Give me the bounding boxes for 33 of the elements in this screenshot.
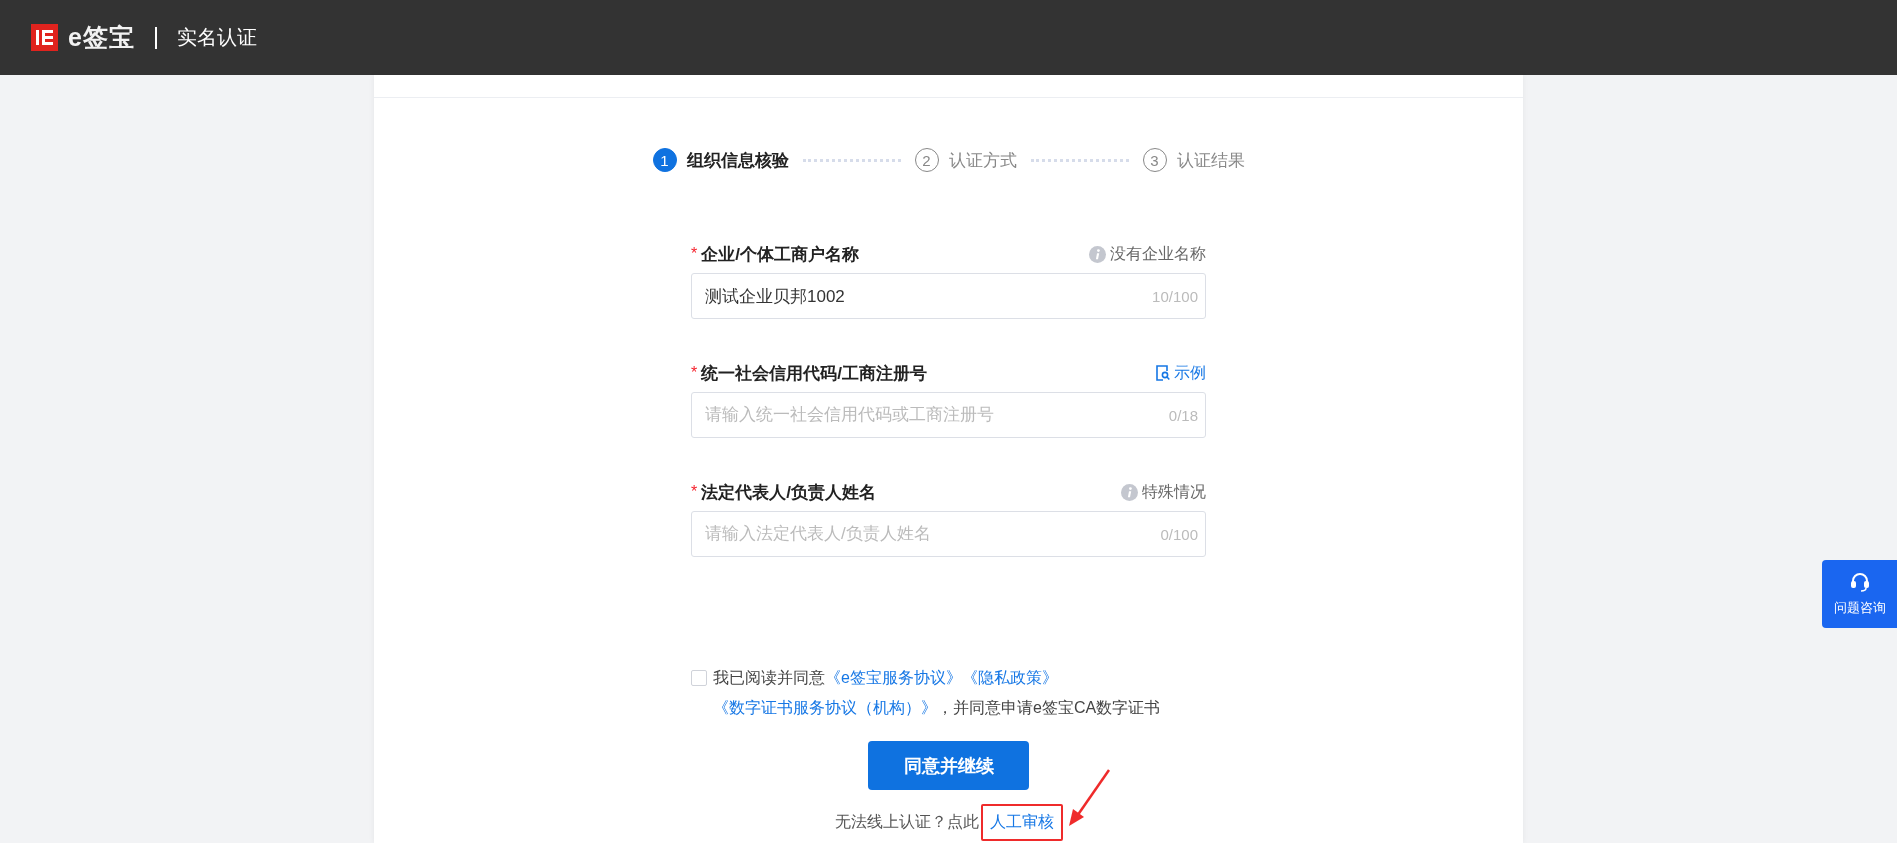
help-consult-button[interactable]: 问题咨询 (1822, 560, 1897, 628)
info-icon (1121, 483, 1138, 501)
character-counter: 10/100 (1152, 287, 1198, 305)
example-link[interactable]: 示例 (1174, 362, 1206, 384)
manual-review-link[interactable]: 人工审核 (989, 813, 1054, 830)
required-mark: * (691, 364, 698, 382)
page-title: 实名认证 (176, 25, 257, 50)
required-mark: * (691, 245, 698, 263)
required-mark: * (691, 483, 698, 501)
logo-icon (31, 24, 58, 51)
info-icon (1089, 245, 1106, 263)
hint-link[interactable]: 特殊情况 (1142, 481, 1206, 503)
step-number: 1 (652, 148, 677, 172)
character-counter: 0/18 (1168, 406, 1198, 424)
hint-link[interactable]: 没有企业名称 (1110, 243, 1206, 265)
step-label: 组织信息核验 (686, 149, 789, 172)
manual-review-prompt: 无法线上认证？点此 (834, 812, 979, 832)
agree-continue-button[interactable]: 同意并继续 (868, 741, 1029, 790)
agreement-link[interactable]: 《隐私政策》 (961, 669, 1058, 686)
logo-text: e签宝 (68, 22, 135, 53)
agreement-link[interactable]: 《数字证书服务协议（机构）》 (713, 699, 937, 716)
document-search-icon (1156, 365, 1170, 381)
field-label: 统一社会信用代码/工商注册号 (701, 362, 927, 385)
headset-icon (1848, 571, 1871, 593)
step-label: 认证结果 (1176, 149, 1245, 172)
agreement-checkbox[interactable] (691, 670, 707, 686)
agreement-link[interactable]: 《e签宝服务协议》 (825, 669, 962, 686)
agreement-text: 我已阅读并同意《e签宝服务协议》《隐私政策》 《数字证书服务协议（机构）》，并同意申请e签宝CA数字证书 (713, 668, 1162, 718)
step-label: 认证方式 (948, 149, 1017, 172)
annotation-arrow (1066, 769, 1111, 827)
character-counter: 0/100 (1160, 525, 1198, 543)
field-label: 企业/个体工商户名称 (701, 243, 859, 266)
field-label: 法定代表人/负责人姓名 (701, 481, 876, 504)
